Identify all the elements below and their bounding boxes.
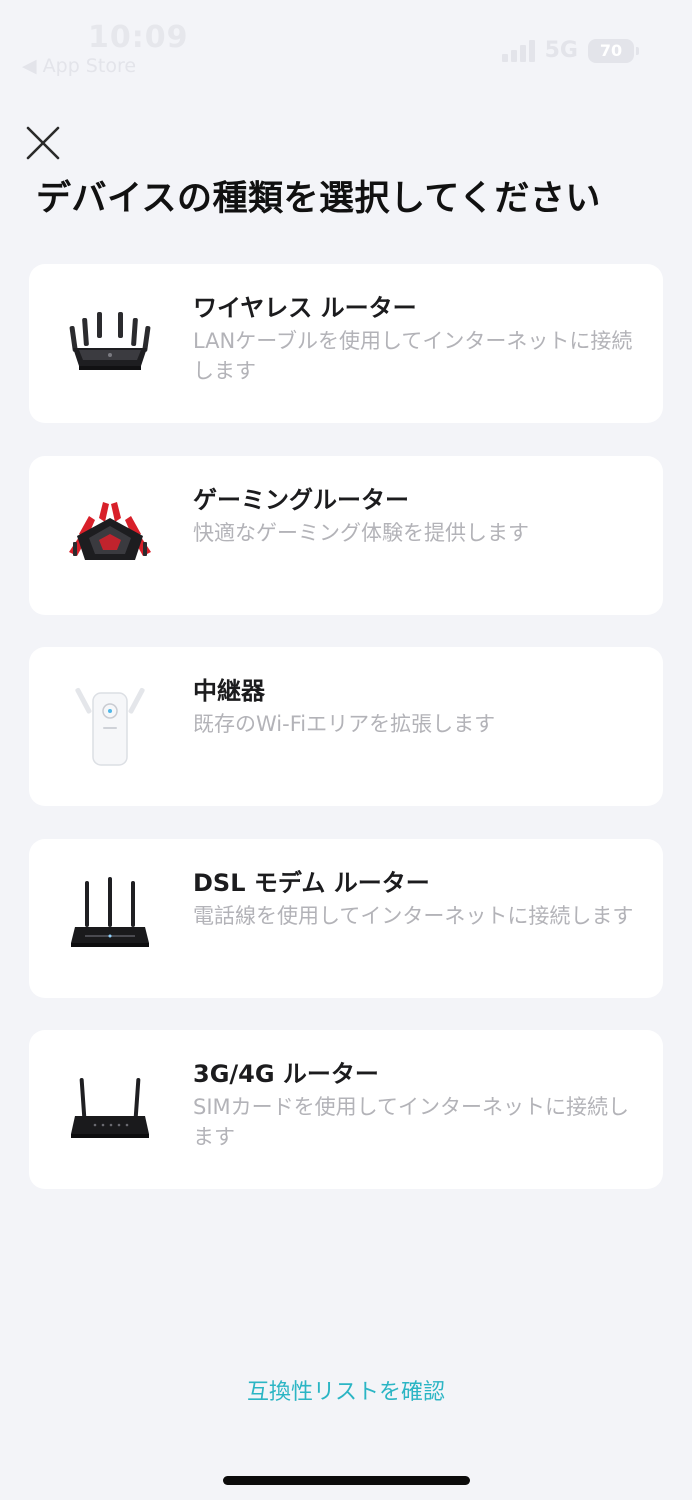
close-icon <box>26 126 60 160</box>
signal-icon <box>501 39 535 62</box>
compatibility-list-link[interactable]: 互換性リストを確認 <box>0 1374 692 1406</box>
device-title: 中継器 <box>193 677 265 705</box>
status-indicators: 5G 70 <box>501 38 639 63</box>
device-description: 電話線を使用してインターネットに接続します <box>193 904 634 928</box>
device-description: LANケーブルを使用してインターネットに接続します <box>193 329 633 383</box>
range-extender-icon <box>65 681 155 771</box>
wireless-router-icon <box>65 298 155 388</box>
device-card-wireless-router[interactable]: ワイヤレス ルーター LANケーブルを使用してインターネットに接続します <box>29 264 663 423</box>
status-bar: 10:09 ◀ App Store 5G 70 <box>0 0 692 90</box>
device-description: SIMカードを使用してインターネットに接続します <box>193 1095 630 1149</box>
back-to-app-store-link[interactable]: ◀ App Store <box>22 55 136 77</box>
battery-icon: 70 <box>588 38 639 63</box>
device-card-dsl-modem-router[interactable]: DSL モデム ルーター 電話線を使用してインターネットに接続します <box>29 839 663 998</box>
device-card-range-extender[interactable]: 中継器 既存のWi-Fiエリアを拡張します <box>29 647 663 806</box>
device-title: ゲーミングルーター <box>193 486 409 514</box>
device-card-gaming-router[interactable]: ゲーミングルーター 快適なゲーミング体験を提供します <box>29 456 663 615</box>
device-title: 3G/4G ルーター <box>193 1060 379 1088</box>
lte-router-icon <box>65 1064 155 1154</box>
dsl-modem-router-icon <box>65 873 155 963</box>
device-description: 既存のWi-Fiエリアを拡張します <box>193 712 496 736</box>
home-indicator[interactable] <box>223 1476 470 1485</box>
page-title: デバイスの種類を選択してください <box>36 179 601 219</box>
device-card-lte-router[interactable]: 3G/4G ルーター SIMカードを使用してインターネットに接続します <box>29 1030 663 1189</box>
close-button[interactable] <box>24 124 62 162</box>
gaming-router-icon <box>65 490 155 580</box>
device-title: DSL モデム ルーター <box>193 869 430 897</box>
device-description: 快適なゲーミング体験を提供します <box>193 521 529 545</box>
device-title: ワイヤレス ルーター <box>193 294 417 322</box>
status-time: 10:09 <box>88 20 189 55</box>
network-label: 5G <box>544 38 578 63</box>
